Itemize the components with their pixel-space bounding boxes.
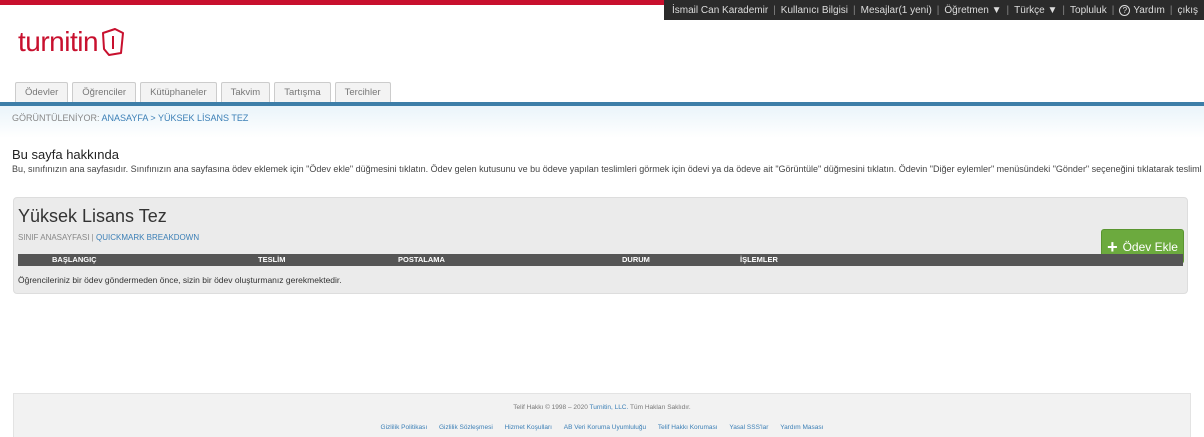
copyright-brand-link[interactable]: Turnitin, LLC. <box>590 404 629 411</box>
user-top-bar: İsmail Can Karademir | Kullanıcı Bilgisi… <box>664 0 1204 20</box>
tab-preferences[interactable]: Tercihler <box>334 82 391 102</box>
separator: | <box>936 4 940 16</box>
breadcrumb-prefix: GÖRÜNTÜLENİYOR: <box>12 113 100 123</box>
header-actions: İŞLEMLER <box>740 255 778 264</box>
footer-link-privacy-policy[interactable]: Gizlilik Politikası <box>381 424 428 431</box>
footer: Telif Hakkı © 1998 – 2020 Turnitin, LLC.… <box>13 393 1191 437</box>
logout-link[interactable]: çıkış <box>1177 5 1198 16</box>
copyright: Telif Hakkı © 1998 – 2020 Turnitin, LLC.… <box>14 404 1190 411</box>
about-title: Bu sayfa hakkında <box>12 147 119 162</box>
footer-links: Gizlilik Politikası Gizlilik Sözleşmesi … <box>14 424 1190 431</box>
logo-text: turnitin <box>18 26 99 57</box>
breadcrumb-path[interactable]: ANASAYFA > YÜKSEK LİSANS TEZ <box>102 113 249 123</box>
class-homepage-link[interactable]: SINIF ANASAYFASI <box>18 233 89 242</box>
separator: | <box>1169 4 1173 16</box>
tab-assignments[interactable]: Ödevler <box>15 82 69 102</box>
quickmark-breakdown-link[interactable]: QUICKMARK BREAKDOWN <box>96 233 199 242</box>
user-info-link[interactable]: Kullanıcı Bilgisi <box>781 5 848 16</box>
separator: | <box>1111 4 1115 16</box>
separator: | <box>853 4 856 16</box>
copyright-suffix: Tüm Hakları Saklıdır. <box>630 404 691 411</box>
header-due: TESLİM <box>258 255 286 264</box>
plus-icon: + <box>1107 236 1118 257</box>
help-icon: ? <box>1119 4 1131 16</box>
help-label: Yardım <box>1133 4 1165 16</box>
copyright-prefix: Telif Hakkı © 1998 – 2020 <box>513 404 588 411</box>
add-assignment-label: Ödev Ekle <box>1122 239 1178 254</box>
footer-link-copyright[interactable]: Telif Hakkı Koruması <box>658 424 718 431</box>
about-text: Bu, sınıfınızın ana sayfasıdır. Sınıfını… <box>12 164 1202 174</box>
community-link[interactable]: Topluluk <box>1070 5 1107 16</box>
help-link[interactable]: ? Yardım <box>1119 4 1165 16</box>
class-links: SINIF ANASAYFASI | QUICKMARK BREAKDOWN <box>18 233 199 242</box>
brand-accent-line <box>0 0 735 5</box>
footer-link-eu-data[interactable]: AB Veri Koruma Uyumluluğu <box>564 424 646 431</box>
footer-link-legal-faq[interactable]: Yasal SSS'lar <box>729 424 768 431</box>
tab-calendar[interactable]: Takvim <box>220 82 271 102</box>
separator: | <box>773 4 776 16</box>
user-name-link[interactable]: İsmail Can Karademir <box>672 5 768 16</box>
link-separator: | <box>91 233 94 242</box>
messages-link[interactable]: Mesajlar(1 yeni) <box>861 5 932 16</box>
language-dropdown[interactable]: Türkçe ▼ <box>1014 5 1057 16</box>
separator: | <box>1062 4 1066 16</box>
tab-discussion[interactable]: Tartışma <box>274 82 331 102</box>
header-status: DURUM <box>622 255 650 264</box>
footer-link-helpdesk[interactable]: Yardım Masası <box>780 424 823 431</box>
header-start: BAŞLANGIÇ <box>52 255 97 264</box>
main-tabs: Ödevler Öğrenciler Kütüphaneler Takvim T… <box>15 82 391 102</box>
empty-table-message: Öğrencileriniz bir ödev göndermeden önce… <box>18 275 342 285</box>
footer-link-privacy-agreement[interactable]: Gizlilik Sözleşmesi <box>439 424 493 431</box>
turnitin-logo[interactable]: turnitin <box>18 26 126 58</box>
separator: | <box>1006 4 1010 16</box>
turnitin-document-icon <box>102 28 125 56</box>
breadcrumb: GÖRÜNTÜLENİYOR: ANASAYFA > YÜKSEK LİSANS… <box>12 113 248 123</box>
footer-link-terms[interactable]: Hizmet Koşulları <box>505 424 552 431</box>
class-title: Yüksek Lisans Tez <box>18 206 167 226</box>
tab-students[interactable]: Öğrenciler <box>72 82 137 102</box>
header-post: POSTALAMA <box>398 255 445 264</box>
tab-libraries[interactable]: Kütüphaneler <box>140 82 217 102</box>
role-dropdown[interactable]: Öğretmen ▼ <box>944 5 1001 16</box>
assignments-table-header: BAŞLANGIÇ TESLİM POSTALAMA DURUM İŞLEMLE… <box>18 254 1183 266</box>
